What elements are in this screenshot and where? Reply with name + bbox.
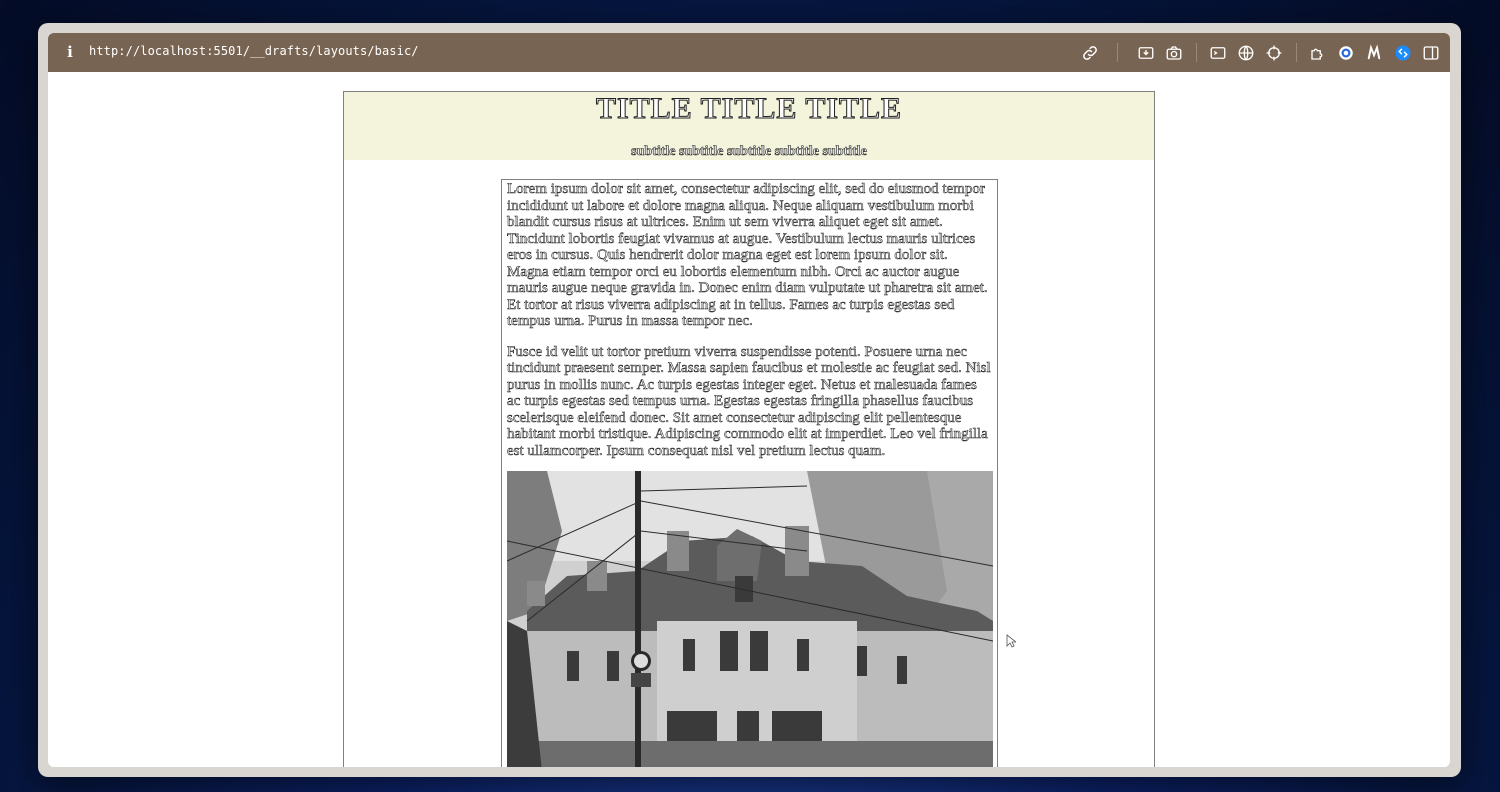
toolbar-divider xyxy=(1117,43,1118,62)
toolbar-divider xyxy=(1196,43,1197,62)
shazam-icon[interactable] xyxy=(1392,42,1414,64)
mouse-cursor-icon xyxy=(1006,634,1016,648)
page-container: TITLE TITLE TITLE subtitle subtitle subt… xyxy=(343,91,1155,767)
address-bar[interactable]: http://localhost:5501/__drafts/layouts/b… xyxy=(89,44,419,58)
paragraph: Fusce id velit ut tortor pretium viverra… xyxy=(507,343,991,459)
content-box: Lorem ipsum dolor sit amet, consectetur … xyxy=(501,179,998,767)
info-icon[interactable]: i xyxy=(64,42,76,62)
page-header: TITLE TITLE TITLE subtitle subtitle subt… xyxy=(344,92,1154,160)
globe-icon[interactable] xyxy=(1235,42,1257,64)
extension-icon[interactable] xyxy=(1307,42,1329,64)
page-title: TITLE TITLE TITLE xyxy=(595,92,903,126)
browser-toolbar: i http://localhost:5501/__drafts/layouts… xyxy=(48,33,1450,72)
terminal-icon[interactable] xyxy=(1207,42,1229,64)
badge-icon[interactable] xyxy=(1335,42,1357,64)
crosshair-icon[interactable] xyxy=(1263,42,1285,64)
camera-icon[interactable] xyxy=(1163,42,1185,64)
m-icon[interactable] xyxy=(1363,42,1385,64)
page-subtitle: subtitle subtitle subtitle subtitle subt… xyxy=(631,144,867,160)
sidebar-icon[interactable] xyxy=(1420,42,1442,64)
browser-frame: i http://localhost:5501/__drafts/layouts… xyxy=(48,33,1450,767)
toolbar-divider xyxy=(1296,43,1297,62)
browser-window: i http://localhost:5501/__drafts/layouts… xyxy=(38,23,1461,777)
paragraph: Lorem ipsum dolor sit amet, consectetur … xyxy=(507,181,988,330)
download-icon[interactable] xyxy=(1135,42,1157,64)
link-icon[interactable] xyxy=(1079,42,1101,64)
page-viewport: TITLE TITLE TITLE subtitle subtitle subt… xyxy=(48,72,1450,767)
building-photo xyxy=(507,471,993,767)
